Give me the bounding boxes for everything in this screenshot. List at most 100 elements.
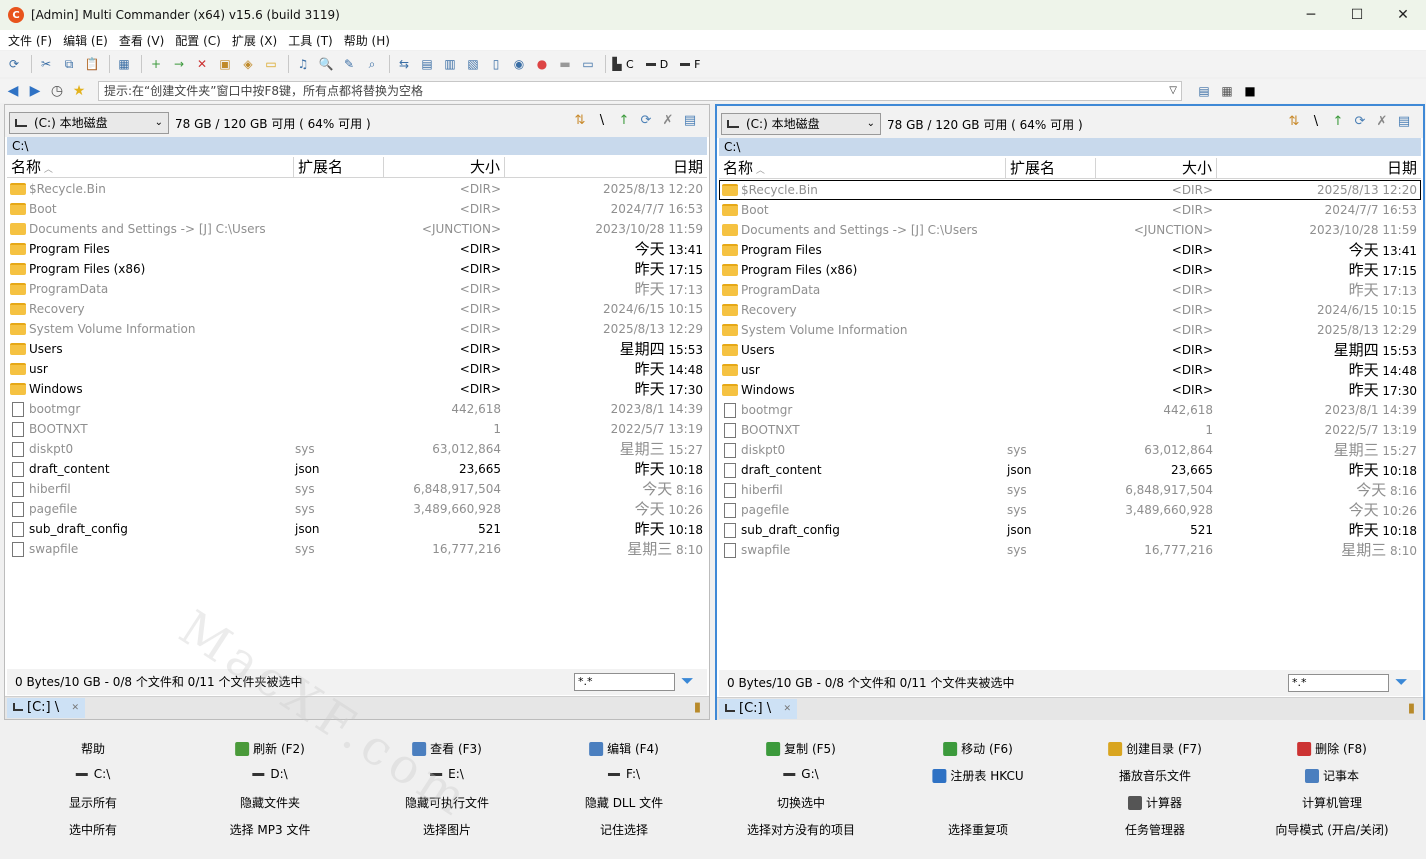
fkey-button[interactable]: G:\ xyxy=(783,767,819,781)
back-icon[interactable]: ◀ xyxy=(2,81,24,101)
search-icon[interactable]: ⌕ xyxy=(362,54,382,74)
fkey-button[interactable]: 选择 MP3 文件 xyxy=(230,821,311,838)
swap-panels-icon[interactable]: ⇅ xyxy=(569,113,591,128)
fkey-button[interactable]: D:\ xyxy=(252,767,288,781)
fkey-button[interactable]: 移动 (F6) xyxy=(943,740,1013,757)
package-icon[interactable]: ◈ xyxy=(238,54,258,74)
file-row[interactable]: sub_draft_config json 521 昨天 10:18 xyxy=(7,519,707,539)
fkey-button[interactable]: 选择重复项 xyxy=(948,821,1008,838)
fkey-button[interactable]: 切换选中 xyxy=(777,794,825,811)
file-row[interactable]: hiberfil sys 6,848,917,504 今天 8:16 xyxy=(7,479,707,499)
drive-d-button[interactable]: D xyxy=(645,58,668,71)
forward-icon[interactable]: ▶ xyxy=(24,81,46,101)
fkey-button[interactable]: 选中所有 xyxy=(69,821,117,838)
fkey-button[interactable]: 隐藏文件夹 xyxy=(240,794,300,811)
delete-file-icon[interactable]: ✕ xyxy=(192,54,212,74)
swap-panels-icon[interactable]: ⇅ xyxy=(1283,114,1305,129)
column-ext[interactable]: 扩展名 xyxy=(294,157,384,177)
file-row[interactable]: ProgramData <DIR> 昨天 17:13 xyxy=(7,279,707,299)
fkey-button[interactable]: 显示所有 xyxy=(69,794,117,811)
fkey-button[interactable]: 注册表 HKCU xyxy=(932,767,1024,784)
file-row[interactable]: draft_content json 23,665 昨天 10:18 xyxy=(719,460,1421,480)
menu-file[interactable]: 文件 (F) xyxy=(4,32,59,49)
console-icon[interactable]: ■ xyxy=(1240,81,1260,101)
close-tab-icon[interactable]: ✕ xyxy=(71,698,79,718)
column-name[interactable]: 名称 ︿ xyxy=(7,157,294,177)
fkey-button[interactable]: 复制 (F5) xyxy=(766,740,836,757)
fkey-button[interactable]: 帮助 xyxy=(81,740,105,757)
notes-icon[interactable]: ▯ xyxy=(486,54,506,74)
left-filter-input[interactable]: *.* xyxy=(574,673,675,691)
cut-icon[interactable]: ✂ xyxy=(36,54,56,74)
fkey-button[interactable]: 向导模式 (开启/关闭) xyxy=(1275,821,1388,838)
menu-config[interactable]: 配置 (C) xyxy=(171,32,228,49)
file-row[interactable]: Program Files <DIR> 今天 13:41 xyxy=(7,239,707,259)
file-row[interactable]: BOOTNXT 1 2022/5/7 13:19 xyxy=(719,420,1421,440)
right-tab[interactable]: [C:] \ ✕ xyxy=(719,699,797,719)
notepad-icon[interactable]: ▤ xyxy=(1194,81,1214,101)
close-tab-icon[interactable]: ✕ xyxy=(783,699,791,719)
refresh-icon[interactable]: ⟳ xyxy=(1349,114,1371,129)
file-row[interactable]: Recovery <DIR> 2024/6/15 10:15 xyxy=(719,300,1421,320)
column-size[interactable]: 大小 xyxy=(1096,158,1217,178)
file-row[interactable]: swapfile sys 16,777,216 星期三 8:10 xyxy=(7,539,707,559)
doc2-icon[interactable]: ▧ xyxy=(463,54,483,74)
new-folder-icon[interactable]: ▭ xyxy=(261,54,281,74)
file-row[interactable]: draft_content json 23,665 昨天 10:18 xyxy=(7,459,707,479)
right-drive-select[interactable]: (C:) 本地磁盘 ⌄ xyxy=(721,113,881,135)
file-row[interactable]: bootmgr 442,618 2023/8/1 14:39 xyxy=(719,400,1421,420)
file-row[interactable]: $Recycle.Bin <DIR> 2025/8/13 12:20 xyxy=(7,179,707,199)
paste-icon[interactable]: 📋 xyxy=(82,54,102,74)
copy-icon[interactable]: ⧉ xyxy=(59,54,79,74)
music-icon[interactable]: ♫ xyxy=(293,54,313,74)
file-row[interactable]: $Recycle.Bin <DIR> 2025/8/13 12:20 xyxy=(719,180,1421,200)
column-date[interactable]: 日期 xyxy=(1217,158,1421,178)
pin-icon[interactable]: ✗ xyxy=(1371,114,1393,129)
close-button[interactable]: ✕ xyxy=(1380,0,1426,30)
file-row[interactable]: bootmgr 442,618 2023/8/1 14:39 xyxy=(7,399,707,419)
keyboard-icon[interactable]: ▬ xyxy=(555,54,575,74)
file-row[interactable]: usr <DIR> 昨天 14:48 xyxy=(719,360,1421,380)
file-row[interactable]: Boot <DIR> 2024/7/7 16:53 xyxy=(719,200,1421,220)
fkey-button[interactable]: 隐藏可执行文件 xyxy=(405,794,489,811)
view-mode-icon[interactable]: ▤ xyxy=(679,113,701,128)
fkey-button[interactable]: 隐藏 DLL 文件 xyxy=(585,794,663,811)
column-ext[interactable]: 扩展名 xyxy=(1006,158,1096,178)
drive-f-button[interactable]: F xyxy=(680,58,701,71)
left-tab[interactable]: [C:] \ ✕ xyxy=(7,698,85,718)
view-icon[interactable]: 🔍 xyxy=(316,54,336,74)
fkey-button[interactable]: 查看 (F3) xyxy=(412,740,482,757)
file-row[interactable]: Windows <DIR> 昨天 17:30 xyxy=(7,379,707,399)
file-row[interactable]: pagefile sys 3,489,660,928 今天 10:26 xyxy=(719,500,1421,520)
page-icon[interactable]: ▤ xyxy=(417,54,437,74)
file-row[interactable]: diskpt0 sys 63,012,864 星期三 15:27 xyxy=(7,439,707,459)
file-row[interactable]: System Volume Information <DIR> 2025/8/13 … xyxy=(7,319,707,339)
color-wheel-icon[interactable]: ● xyxy=(532,54,552,74)
file-row[interactable]: pagefile sys 3,489,660,928 今天 10:26 xyxy=(7,499,707,519)
fkey-button[interactable]: 计算机管理 xyxy=(1302,794,1362,811)
fkey-button[interactable]: 任务管理器 xyxy=(1125,821,1185,838)
view-mode-icon[interactable]: ▤ xyxy=(1393,114,1415,129)
fkey-button[interactable]: C:\ xyxy=(75,767,110,781)
pin-icon[interactable]: ✗ xyxy=(657,113,679,128)
filter-icon[interactable]: ⏷ xyxy=(1395,672,1413,692)
fkey-button[interactable]: 播放音乐文件 xyxy=(1119,767,1191,784)
menu-help[interactable]: 帮助 (H) xyxy=(340,32,397,49)
root-icon[interactable]: \ xyxy=(1305,114,1327,129)
fkey-button[interactable]: 选择图片 xyxy=(423,821,471,838)
file-row[interactable]: Documents and Settings -> [J] C:\Users <J… xyxy=(7,219,707,239)
favorites-icon[interactable]: ★ xyxy=(68,81,90,101)
refresh-icon[interactable]: ⟳ xyxy=(4,54,24,74)
right-filter-input[interactable]: *.* xyxy=(1288,674,1389,692)
bookmarks-icon[interactable]: ▮ xyxy=(694,700,701,715)
archive-icon[interactable]: ▣ xyxy=(215,54,235,74)
doc-icon[interactable]: ▥ xyxy=(440,54,460,74)
command-input[interactable]: 提示:在“创建文件夹”窗口中按F8键，所有点都将替换为空格 ▽ xyxy=(98,81,1182,101)
file-row[interactable]: Windows <DIR> 昨天 17:30 xyxy=(719,380,1421,400)
file-row[interactable]: diskpt0 sys 63,012,864 星期三 15:27 xyxy=(719,440,1421,460)
column-date[interactable]: 日期 xyxy=(505,157,707,177)
calculator-icon[interactable]: ▦ xyxy=(1217,81,1237,101)
file-row[interactable]: Recovery <DIR> 2024/6/15 10:15 xyxy=(7,299,707,319)
fkey-button[interactable]: 记事本 xyxy=(1304,767,1359,784)
compare-icon[interactable]: ⇆ xyxy=(394,54,414,74)
